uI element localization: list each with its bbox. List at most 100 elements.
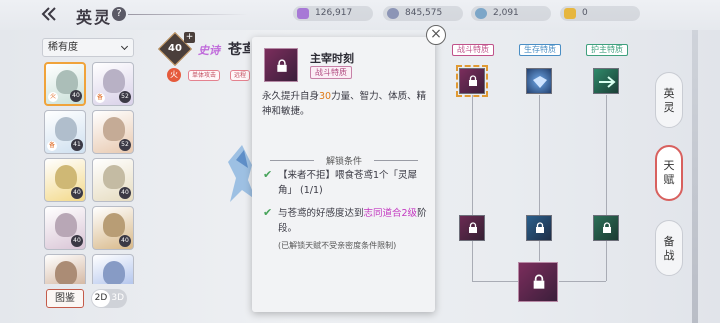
hero-tag: 单体攻击 xyxy=(188,70,221,81)
close-icon[interactable]: × xyxy=(426,25,446,45)
element-badge: 备 xyxy=(95,93,105,103)
hero-portrait xyxy=(55,261,77,284)
hero-card[interactable] xyxy=(44,254,86,284)
check-icon: ✔ xyxy=(263,168,273,181)
element-badge: 备 xyxy=(47,141,57,151)
hero-portrait xyxy=(103,213,125,237)
tab-hero[interactable]: 英灵 xyxy=(655,72,683,128)
card-level: 40 xyxy=(71,235,83,247)
tab-survival-trait[interactable]: 生存特质 xyxy=(519,44,561,56)
hero-card[interactable]: 火 40 xyxy=(44,62,86,106)
element-badge: 火 xyxy=(48,92,58,102)
tree-connector xyxy=(539,241,540,261)
unlock-condition-2: ✔ 与苍鸢的好感度达到志同道合2级阶段。 xyxy=(263,206,427,234)
view-mode-toggle[interactable]: 2D 3D xyxy=(91,289,127,308)
talent-node-ultimate[interactable] xyxy=(518,262,558,302)
hero-card[interactable]: 40 xyxy=(92,158,134,202)
hero-card[interactable]: 40 xyxy=(44,158,86,202)
fire-element-icon: 火 xyxy=(167,68,181,82)
resource-value: 845,575 xyxy=(405,8,443,18)
shield-wing-icon xyxy=(533,76,547,88)
talent-node-protect-1[interactable] xyxy=(593,68,619,94)
hero-name: 苍鸢 xyxy=(228,42,250,58)
hero-portrait xyxy=(103,69,125,93)
talent-description: 永久提升自身30力量、智力、体质、精神和敏捷。 xyxy=(262,91,427,117)
hero-card-grid: 火 40 备 52 备 41 52 40 40 40 40 xyxy=(42,62,136,284)
talent-node-combat-1[interactable] xyxy=(459,68,485,94)
title-divider xyxy=(128,14,248,15)
coin-icon xyxy=(387,8,399,19)
page-title: 英灵 xyxy=(76,8,113,27)
lock-icon xyxy=(469,75,477,86)
talent-node-combat-2[interactable] xyxy=(459,215,485,241)
tree-connector xyxy=(472,95,473,215)
hero-portrait xyxy=(103,165,125,189)
token-icon xyxy=(475,8,487,19)
card-level: 40 xyxy=(119,187,131,199)
resource-value: 0 xyxy=(582,8,588,18)
chevron-down-icon xyxy=(120,42,129,51)
help-icon[interactable]: ? xyxy=(112,7,126,21)
tab-prepare[interactable]: 备战 xyxy=(655,220,683,276)
hero-card[interactable]: 备 52 xyxy=(92,62,134,106)
card-level: 52 xyxy=(119,91,131,103)
hero-portrait xyxy=(55,117,77,141)
sort-label: 稀有度 xyxy=(48,42,78,53)
unlock-note: (已解锁天赋不受亲密度条件限制) xyxy=(278,241,397,250)
hero-card[interactable]: 40 xyxy=(44,206,86,250)
resource-gold-ticket[interactable]: 0 xyxy=(560,6,640,21)
card-level: 40 xyxy=(70,90,82,102)
mode-2d[interactable]: 2D xyxy=(92,290,110,307)
back-arrow-icon[interactable] xyxy=(40,6,58,22)
arrow-icon xyxy=(599,76,616,88)
hero-card[interactable] xyxy=(92,254,134,284)
card-level: 40 xyxy=(71,187,83,199)
tab-talent[interactable]: 天赋 xyxy=(655,145,683,201)
card-level: 52 xyxy=(119,139,131,151)
tree-connector xyxy=(472,281,518,282)
hero-card[interactable]: 40 xyxy=(92,206,134,250)
talent-node-survival-2[interactable] xyxy=(526,215,552,241)
level-up-icon[interactable]: + xyxy=(184,32,195,43)
tab-protect-trait[interactable]: 护主特质 xyxy=(586,44,628,56)
lock-icon xyxy=(536,222,544,233)
tree-connector xyxy=(606,95,607,215)
tree-connector xyxy=(539,95,540,215)
hero-portrait xyxy=(55,165,77,189)
atlas-button[interactable]: 图鉴 xyxy=(46,289,84,308)
unlock-condition-1: ✔ 【来者不拒】喂食苍鸢1个「灵犀角」 (1/1) xyxy=(263,168,418,196)
check-icon: ✔ xyxy=(263,206,273,219)
sort-dropdown[interactable]: 稀有度 xyxy=(42,38,134,57)
crystal-icon xyxy=(297,8,309,19)
hero-card[interactable]: 52 xyxy=(92,110,134,154)
mode-3d[interactable]: 3D xyxy=(111,289,124,308)
lock-icon xyxy=(533,274,545,289)
resource-coin[interactable]: 845,575 xyxy=(383,6,463,21)
resource-crystal[interactable]: 126,917 xyxy=(293,6,373,21)
talent-name: 主宰时刻 xyxy=(310,52,354,65)
hero-portrait xyxy=(103,117,125,141)
lock-icon xyxy=(603,222,611,233)
resource-value: 126,917 xyxy=(315,8,353,18)
talent-icon xyxy=(264,48,298,82)
hero-tag: 远程 xyxy=(230,70,251,81)
tree-connector xyxy=(472,241,473,281)
talent-node-survival-1[interactable] xyxy=(526,68,552,94)
lock-icon xyxy=(277,59,287,72)
tab-combat-trait[interactable]: 战斗特质 xyxy=(452,44,494,56)
tree-connector xyxy=(559,281,606,282)
hero-portrait xyxy=(55,213,77,237)
card-level: 40 xyxy=(119,235,131,247)
lock-icon xyxy=(469,222,477,233)
unlock-section-title: 解锁条件 xyxy=(258,154,430,167)
resource-value: 2,091 xyxy=(493,8,519,18)
resource-token[interactable]: 2,091 xyxy=(471,6,551,21)
hero-card[interactable]: 备 41 xyxy=(44,110,86,154)
hero-rarity: 史诗 xyxy=(198,44,220,57)
right-rail xyxy=(692,30,698,323)
talent-node-protect-2[interactable] xyxy=(593,215,619,241)
card-level: 41 xyxy=(71,139,83,151)
hero-portrait xyxy=(103,261,125,284)
ticket-icon xyxy=(564,8,576,19)
tree-connector xyxy=(606,241,607,281)
